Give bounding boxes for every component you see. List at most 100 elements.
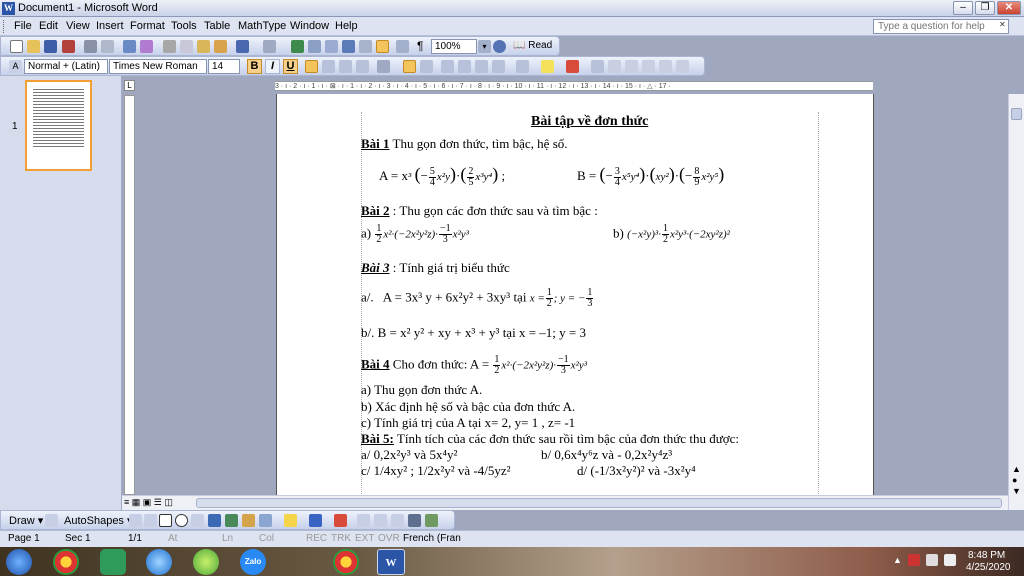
align-right-icon[interactable] xyxy=(339,60,352,73)
menu-format[interactable]: Format xyxy=(130,20,165,32)
status-trk[interactable]: TRK xyxy=(331,533,351,544)
tool-taskbar-icon[interactable] xyxy=(193,549,219,575)
decrease-indent-icon[interactable] xyxy=(475,60,488,73)
mathtype-insert-icon[interactable] xyxy=(608,60,621,73)
format-painter-icon[interactable] xyxy=(214,40,227,53)
styles-pane-icon[interactable]: A xyxy=(9,60,22,73)
borders-icon[interactable] xyxy=(516,60,529,73)
draw-menu[interactable]: Draw ▾ xyxy=(9,514,43,527)
fill-color-icon[interactable] xyxy=(284,514,297,527)
zoom-dropdown-icon[interactable]: ▾ xyxy=(478,40,491,53)
cut-icon[interactable] xyxy=(163,40,176,53)
print-icon[interactable] xyxy=(84,40,97,53)
columns-icon[interactable] xyxy=(359,40,372,53)
menu-grip[interactable] xyxy=(3,20,6,33)
diagram-icon[interactable] xyxy=(225,514,238,527)
justify-icon[interactable] xyxy=(356,60,369,73)
research-icon[interactable] xyxy=(140,40,153,53)
status-ext[interactable]: EXT xyxy=(355,533,374,544)
network-icon[interactable] xyxy=(908,554,920,566)
bold-button[interactable]: B xyxy=(247,59,262,74)
line-color-icon[interactable] xyxy=(309,514,322,527)
mathtype-sqrt-icon[interactable] xyxy=(591,60,604,73)
hyperlink-icon[interactable] xyxy=(291,40,304,53)
chrome2-taskbar-icon[interactable] xyxy=(333,549,359,575)
show-formatting-icon[interactable]: ¶ xyxy=(417,39,423,53)
wordart-icon[interactable] xyxy=(208,514,221,527)
clipart-icon[interactable] xyxy=(242,514,255,527)
redo-icon[interactable] xyxy=(263,40,276,53)
app-taskbar-icon[interactable] xyxy=(100,549,126,575)
rectangle-icon[interactable] xyxy=(159,514,172,527)
zalo-taskbar-icon[interactable]: Zalo xyxy=(240,549,266,575)
spelling-icon[interactable] xyxy=(123,40,136,53)
oval-icon[interactable] xyxy=(175,514,188,527)
menu-mathtype[interactable]: MathType xyxy=(238,20,286,32)
word-app-icon[interactable]: W xyxy=(2,2,15,15)
horizontal-ruler[interactable]: 3 · ı · 2 · ı · 1 · ı · ⊠ · ı · 1 · ı · … xyxy=(275,81,873,91)
mathtype-toggle-icon[interactable] xyxy=(676,60,689,73)
shadow-icon[interactable] xyxy=(408,514,421,527)
draw-font-color-icon[interactable] xyxy=(334,514,347,527)
arrow-style-icon[interactable] xyxy=(391,514,404,527)
clock-time[interactable]: 8:48 PM xyxy=(968,550,1005,561)
increase-indent-icon[interactable] xyxy=(492,60,505,73)
menu-window[interactable]: Window xyxy=(290,20,329,32)
italic-button[interactable]: I xyxy=(265,59,280,74)
select-objects-icon[interactable] xyxy=(45,514,58,527)
highlight-icon[interactable] xyxy=(541,60,554,73)
open-folder-icon[interactable] xyxy=(27,40,40,53)
picture-icon[interactable] xyxy=(259,514,272,527)
read-button[interactable]: 📖 Read xyxy=(513,40,552,51)
style-select[interactable]: Normal + (Latin) xyxy=(24,59,108,74)
numbering-icon[interactable] xyxy=(441,60,454,73)
zoom-select[interactable]: 100% xyxy=(431,39,477,54)
underline-button[interactable]: U xyxy=(283,59,298,74)
menu-help[interactable]: Help xyxy=(335,20,358,32)
word-taskbar-icon[interactable]: W xyxy=(377,549,405,575)
textbox-icon[interactable] xyxy=(191,514,204,527)
line-style-icon[interactable] xyxy=(357,514,370,527)
3d-style-icon[interactable] xyxy=(425,514,438,527)
rtl-direction-icon[interactable] xyxy=(420,60,433,73)
dash-style-icon[interactable] xyxy=(374,514,387,527)
insert-table-icon[interactable] xyxy=(325,40,338,53)
menu-edit[interactable]: Edit xyxy=(39,20,58,32)
line-icon[interactable] xyxy=(129,514,142,527)
paste-icon[interactable] xyxy=(197,40,210,53)
copy-icon[interactable] xyxy=(180,40,193,53)
show-hidden-icons[interactable]: ▲ xyxy=(893,555,902,565)
mathtype-reference-icon[interactable] xyxy=(659,60,672,73)
print-preview-icon[interactable] xyxy=(101,40,114,53)
align-center-icon[interactable] xyxy=(322,60,335,73)
menu-tools[interactable]: Tools xyxy=(171,20,197,32)
menu-table[interactable]: Table xyxy=(204,20,230,32)
maximize-button[interactable]: ❐ xyxy=(975,1,995,15)
save-icon[interactable] xyxy=(44,40,57,53)
permission-icon[interactable] xyxy=(62,40,75,53)
start-button[interactable] xyxy=(6,549,32,575)
close-button[interactable]: ✕ xyxy=(997,1,1021,15)
mathtype-display-icon[interactable] xyxy=(625,60,638,73)
page-thumbnail[interactable] xyxy=(25,80,92,171)
align-left-icon[interactable] xyxy=(305,60,318,73)
arrow-icon[interactable] xyxy=(144,514,157,527)
font-size-select[interactable]: 14 xyxy=(208,59,240,74)
new-document-icon[interactable] xyxy=(10,40,23,53)
font-select[interactable]: Times New Roman xyxy=(109,59,207,74)
volume-icon[interactable] xyxy=(944,554,956,566)
line-spacing-icon[interactable] xyxy=(377,60,390,73)
tab-selector[interactable]: L xyxy=(124,80,135,91)
clock-date[interactable]: 4/25/2020 xyxy=(966,562,1011,573)
insert-excel-icon[interactable] xyxy=(342,40,355,53)
document-map-icon[interactable] xyxy=(396,40,409,53)
drawing-icon[interactable] xyxy=(376,40,389,53)
action-center-icon[interactable] xyxy=(926,554,938,566)
help-search-input[interactable] xyxy=(873,19,1009,34)
chrome-taskbar-icon[interactable] xyxy=(53,549,79,575)
menu-file[interactable]: File xyxy=(14,20,32,32)
view-buttons[interactable]: ≡ ▦ ▣ ☰ ◫ xyxy=(124,497,173,508)
font-color-icon[interactable] xyxy=(566,60,579,73)
horizontal-scrollbar[interactable]: ≡ ▦ ▣ ☰ ◫ xyxy=(122,495,1008,510)
menu-insert[interactable]: Insert xyxy=(96,20,124,32)
